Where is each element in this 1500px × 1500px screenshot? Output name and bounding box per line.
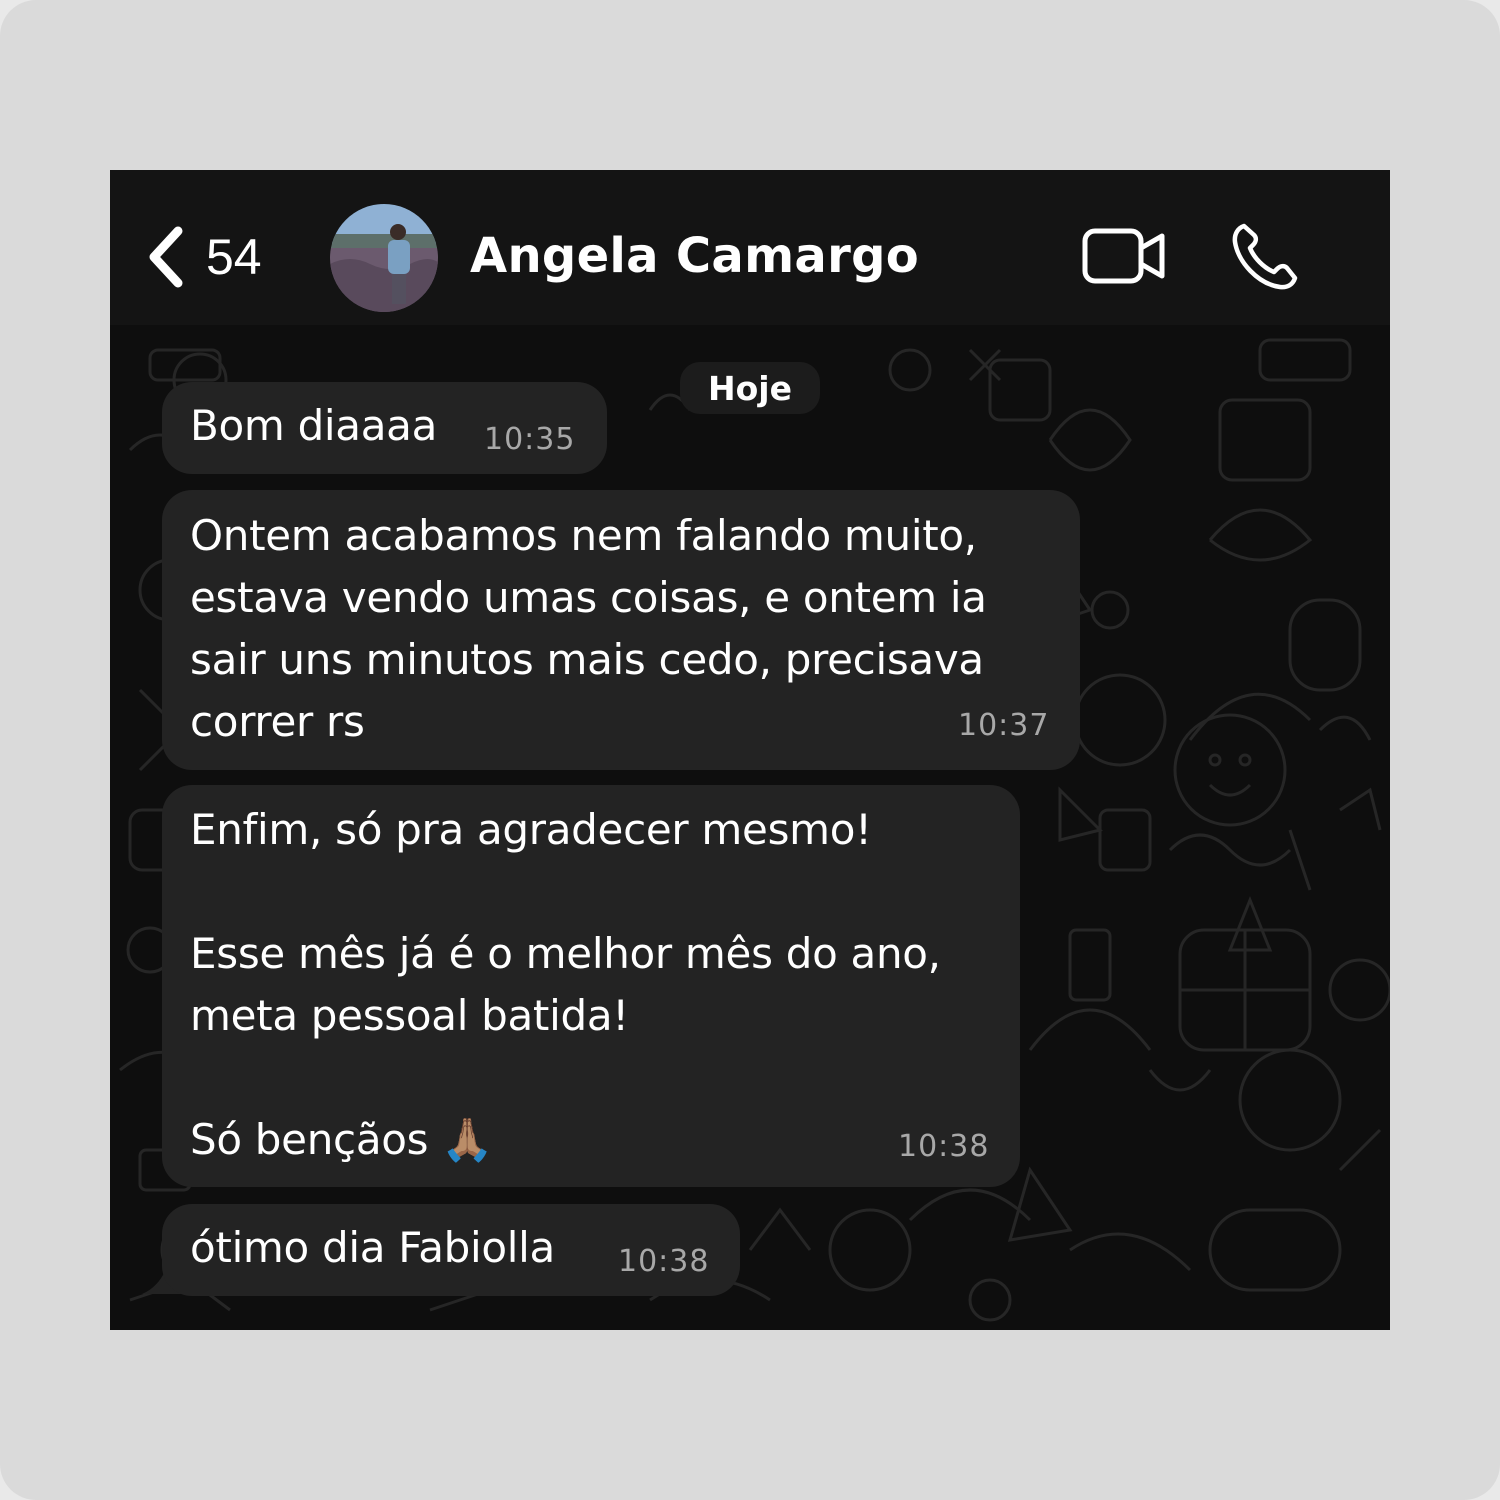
message-text: ótimo dia Fabiolla — [190, 1223, 555, 1272]
message-bubble[interactable]: ótimo dia Fabiolla 10:38 — [162, 1204, 740, 1296]
message-text: Ontem acabamos nem falando muito, estava… — [190, 511, 987, 746]
message-text: Enfim, só pra agradecer mesmo! Esse mês … — [190, 805, 941, 1164]
message-time: 10:38 — [618, 1244, 710, 1279]
message-time: 10:37 — [958, 708, 1050, 743]
chat-window: 54 Angela Camargo Hoje Bom diaaaa 10:35 … — [110, 170, 1390, 1330]
unread-count: 54 — [206, 229, 262, 285]
back-button[interactable]: 54 — [146, 222, 262, 292]
message-bubble[interactable]: Bom diaaaa 10:35 — [162, 382, 607, 474]
date-divider: Hoje — [680, 362, 820, 414]
screenshot-frame: 54 Angela Camargo Hoje Bom diaaaa 10:35 … — [0, 0, 1500, 1500]
avatar[interactable] — [330, 204, 438, 312]
phone-icon — [1232, 223, 1298, 290]
video-camera-icon — [1082, 228, 1165, 284]
chevron-left-icon — [149, 226, 183, 288]
video-call-button[interactable] — [1082, 226, 1166, 291]
message-text: Bom diaaaa — [190, 401, 438, 450]
voice-call-button[interactable] — [1230, 222, 1300, 297]
chat-header: 54 Angela Camargo — [110, 170, 1390, 325]
message-bubble[interactable]: Ontem acabamos nem falando muito, estava… — [162, 490, 1080, 770]
avatar-photo — [330, 204, 438, 312]
message-time: 10:38 — [898, 1129, 990, 1164]
message-bubble[interactable]: Enfim, só pra agradecer mesmo! Esse mês … — [162, 785, 1020, 1187]
contact-name[interactable]: Angela Camargo — [470, 228, 919, 284]
message-time: 10:35 — [484, 422, 576, 457]
